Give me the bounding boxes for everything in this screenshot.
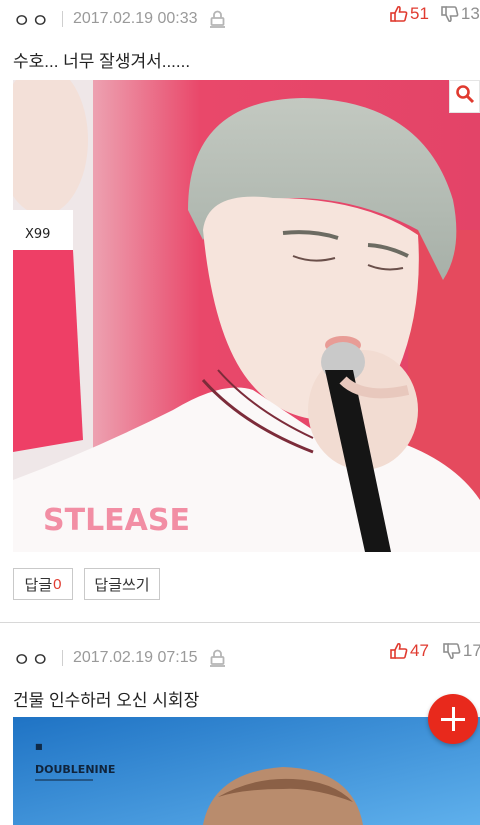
write-reply-label: 답글쓰기 [94,576,150,594]
meta-separator [61,11,63,27]
thumbs-down-icon [441,5,461,23]
add-post-button[interactable] [428,694,478,744]
thumbs-up-icon [390,5,410,23]
post-feed: ㅇㅇ 2017.02.19 00:33 51 13 수호... 너무 잘생겨서.… [0,0,480,825]
thumbs-up-icon [390,642,410,660]
post-photo-illustration: X99 STLEASE [13,80,480,552]
post-title[interactable]: 수호... 너무 잘생겨서...... [13,47,190,72]
image-brand-text: DOUBLENINE [35,763,115,776]
author-name[interactable]: ㅇㅇ [13,645,50,672]
meta-separator [61,650,63,666]
svg-text:STLEASE: STLEASE [43,503,190,538]
lock-icon [209,10,225,28]
post-meta: ㅇㅇ 2017.02.19 07:15 [13,645,225,672]
reply-count: 0 [53,575,62,593]
author-name[interactable]: ㅇㅇ [13,6,50,33]
post-date: 2017.02.19 07:15 [72,649,198,666]
reply-count-button[interactable]: 답글 0 [13,568,73,600]
write-reply-button[interactable]: 답글쓰기 [84,568,160,600]
lock-icon [209,649,225,667]
post-date: 2017.02.19 00:33 [72,10,198,27]
post-title[interactable]: 건물 인수하러 오신 시회장 [13,686,199,711]
post-image[interactable]: X99 STLEASE [13,80,480,552]
image-search-button[interactable] [449,80,480,113]
post-photo-illustration: ■ DOUBLENINE [13,717,480,825]
post-image[interactable]: ■ DOUBLENINE [13,717,480,825]
thumbs-down-icon [443,642,463,660]
svg-text:■: ■ [35,742,43,751]
like-count: 51 [410,4,429,23]
vote-bar: 51 13 [390,4,480,24]
svg-text:X99: X99 [25,227,50,242]
like-button[interactable]: 51 [390,4,429,24]
post-meta: ㅇㅇ 2017.02.19 00:33 [13,6,225,33]
post-divider [0,622,480,623]
dislike-count: 13 [460,4,480,23]
plus-icon [441,707,465,731]
dislike-count: 17 [462,641,480,660]
like-count: 47 [410,641,429,660]
dislike-button[interactable]: 13 [441,4,480,24]
like-button[interactable]: 47 [390,641,429,661]
dislike-button[interactable]: 17 [443,641,480,661]
reply-label: 답글 [24,576,53,594]
search-icon [455,84,475,109]
vote-bar: 47 17 [390,641,480,661]
